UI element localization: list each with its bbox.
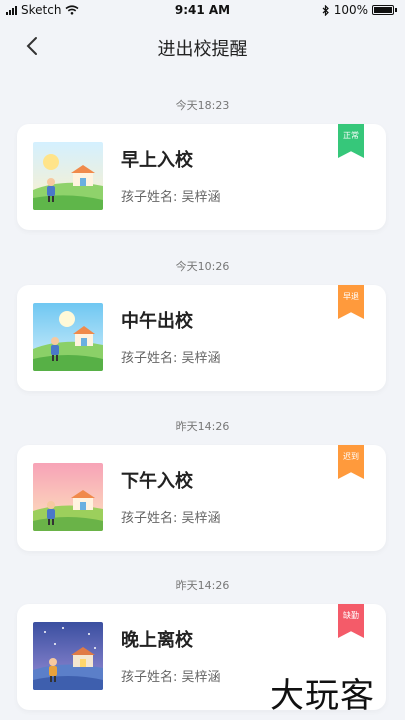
child-name: 孩子姓名: 吴梓涵 <box>121 511 221 526</box>
event-card-afternoon[interactable]: 下午入校 孩子姓名: 吴梓涵 迟到 <box>17 445 386 551</box>
battery-icon <box>372 5 394 15</box>
screen: Sketch 9:41 AM 100% 进出校提醒 今天18:23 早上入校 孩… <box>0 0 405 720</box>
battery-percent: 100% <box>333 3 368 17</box>
event-title: 下午入校 <box>121 471 193 492</box>
event-time: 昨天14:26 <box>175 579 230 592</box>
status-badge: 正常 <box>338 124 364 158</box>
status-bar: Sketch 9:41 AM 100% <box>0 0 405 22</box>
nav-bar: 进出校提醒 <box>0 26 405 66</box>
event-card-morning[interactable]: 早上入校 孩子姓名: 吴梓涵 正常 <box>17 124 386 230</box>
status-badge: 缺勤 <box>338 604 364 638</box>
child-name: 孩子姓名: 吴梓涵 <box>121 670 221 685</box>
event-title: 中午出校 <box>121 311 193 332</box>
scene-morning-image <box>33 142 103 210</box>
bluetooth-icon <box>322 4 329 16</box>
event-time: 今天10:26 <box>175 260 230 273</box>
event-time: 昨天14:26 <box>175 420 230 433</box>
status-badge: 迟到 <box>338 445 364 479</box>
page-title: 进出校提醒 <box>157 39 248 60</box>
event-time: 今天18:23 <box>175 99 230 112</box>
status-badge: 早退 <box>338 285 364 319</box>
event-title: 晚上离校 <box>121 630 193 651</box>
child-name: 孩子姓名: 吴梓涵 <box>121 190 221 205</box>
child-name: 孩子姓名: 吴梓涵 <box>121 351 221 366</box>
event-title: 早上入校 <box>121 150 193 171</box>
watermark-logo: 大玩客 <box>270 676 375 716</box>
scene-afternoon-image <box>33 463 103 531</box>
scene-noon-image <box>33 303 103 371</box>
scene-night-image <box>33 622 103 690</box>
event-card-noon[interactable]: 中午出校 孩子姓名: 吴梓涵 早退 <box>17 285 386 391</box>
